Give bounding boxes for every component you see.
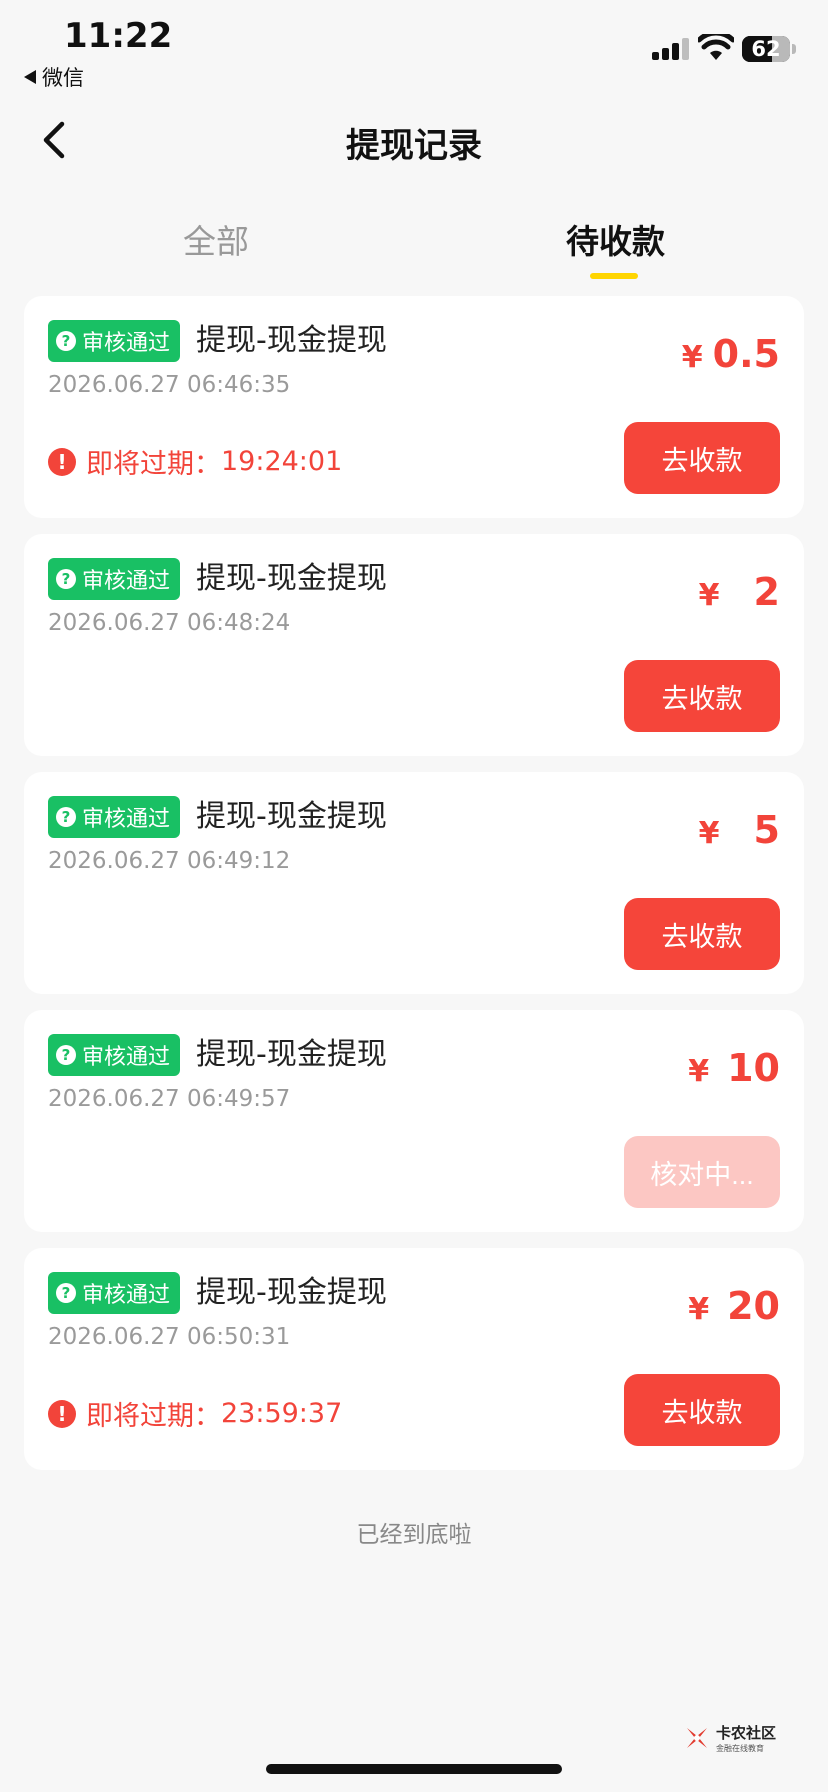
battery-cap — [792, 44, 796, 54]
amount-value: 0.5 — [712, 332, 780, 376]
status-badge-label: 审核通过 — [82, 807, 171, 832]
record-amount: ¥ 5 — [699, 808, 780, 852]
record-amount: ¥ 2 — [699, 570, 780, 614]
expire-countdown: 23:59:37 — [221, 1398, 343, 1429]
watermark-sub: 金融在线教育 — [716, 1744, 764, 1753]
record-card: ? 审核通过 提现-现金提现 2026.06.27 06:49:57 ¥ 10 … — [24, 1010, 804, 1232]
question-icon[interactable]: ? — [56, 569, 76, 589]
record-time: 2026.06.27 06:49:57 — [48, 1086, 291, 1112]
currency-symbol: ¥ — [688, 1292, 710, 1327]
expire-label: 即将过期： — [86, 449, 221, 480]
collect-button[interactable]: 去收款 — [624, 422, 780, 494]
back-triangle-icon — [24, 70, 36, 84]
battery-icon: 62 — [742, 36, 790, 62]
expire-label: 即将过期： — [86, 1401, 221, 1432]
question-icon[interactable]: ? — [56, 331, 76, 351]
record-title: 提现-现金提现 — [196, 1037, 387, 1072]
record-time: 2026.06.27 06:48:24 — [48, 610, 291, 636]
back-to-wechat[interactable]: 微信 — [24, 62, 84, 92]
active-tab-indicator — [590, 273, 638, 279]
record-title: 提现-现金提现 — [196, 323, 387, 358]
status-badge: ? 审核通过 — [48, 1272, 181, 1314]
expire-notice: ! 即将过期： 19:24:01 — [48, 442, 342, 481]
question-icon[interactable]: ? — [56, 1045, 76, 1065]
status-badge: ? 审核通过 — [48, 558, 181, 600]
battery-level: 62 — [751, 37, 781, 61]
collect-button[interactable]: 去收款 — [624, 1374, 780, 1446]
record-card: ? 审核通过 提现-现金提现 2026.06.27 06:50:31 ¥ 20 … — [24, 1248, 804, 1470]
currency-symbol: ¥ — [698, 578, 720, 613]
collect-button[interactable]: 去收款 — [624, 898, 780, 970]
record-card: ? 审核通过 提现-现金提现 2026.06.27 06:46:35 ¥ 0.5… — [24, 296, 804, 518]
page-title: 提现记录 — [346, 126, 482, 166]
record-amount: ¥ 20 — [688, 1284, 780, 1328]
record-title: 提现-现金提现 — [196, 1275, 387, 1310]
status-time: 11:22 — [64, 16, 173, 56]
collect-button[interactable]: 去收款 — [624, 660, 780, 732]
record-title: 提现-现金提现 — [196, 799, 387, 834]
status-badge-label: 审核通过 — [82, 1283, 171, 1308]
expire-notice: ! 即将过期： 23:59:37 — [48, 1394, 342, 1433]
logo-mark-icon — [687, 1728, 707, 1748]
amount-value: 5 — [753, 808, 780, 852]
status-bar: 11:22 微信 62 — [0, 0, 828, 96]
record-time: 2026.06.27 06:49:12 — [48, 848, 291, 874]
record-amount: ¥ 0.5 — [682, 332, 780, 376]
verifying-button: 核对中... — [624, 1136, 780, 1208]
amount-value: 10 — [727, 1046, 780, 1090]
back-arrow-icon[interactable] — [38, 118, 74, 162]
watermark-text: 卡农社区 金融在线教育 — [716, 1722, 776, 1754]
wifi-icon — [698, 34, 734, 60]
watermark-name: 卡农社区 — [716, 1724, 777, 1742]
home-indicator[interactable] — [266, 1764, 562, 1774]
currency-symbol: ¥ — [681, 340, 703, 375]
record-amount: ¥ 10 — [688, 1046, 780, 1090]
question-icon[interactable]: ? — [56, 1283, 76, 1303]
tab-pending[interactable]: 待收款 — [566, 215, 665, 263]
record-card: ? 审核通过 提现-现金提现 2026.06.27 06:49:12 ¥ 5 去… — [24, 772, 804, 994]
record-time: 2026.06.27 06:50:31 — [48, 1324, 291, 1350]
watermark-logo: 卡农社区 金融在线教育 — [684, 1722, 776, 1754]
status-badge: ? 审核通过 — [48, 320, 181, 362]
status-badge: ? 审核通过 — [48, 796, 181, 838]
cellular-signal-icon — [652, 38, 690, 60]
warning-icon: ! — [48, 447, 76, 476]
end-of-list-note: 已经到底啦 — [356, 1522, 472, 1548]
tab-all[interactable]: 全部 — [183, 215, 249, 263]
warning-icon: ! — [48, 1399, 76, 1428]
amount-value: 2 — [753, 570, 780, 614]
amount-value: 20 — [727, 1284, 780, 1328]
status-badge: ? 审核通过 — [48, 1034, 181, 1076]
back-app-label: 微信 — [42, 66, 84, 90]
tab-bar: 全部 待收款 — [0, 215, 828, 285]
status-badge-label: 审核通过 — [82, 569, 171, 594]
status-badge-label: 审核通过 — [82, 331, 171, 356]
record-card: ? 审核通过 提现-现金提现 2026.06.27 06:48:24 ¥ 2 去… — [24, 534, 804, 756]
expire-countdown: 19:24:01 — [221, 446, 343, 477]
currency-symbol: ¥ — [698, 816, 720, 851]
currency-symbol: ¥ — [688, 1054, 710, 1089]
record-time: 2026.06.27 06:46:35 — [48, 372, 291, 398]
status-badge-label: 审核通过 — [82, 1045, 171, 1070]
question-icon[interactable]: ? — [56, 807, 76, 827]
record-title: 提现-现金提现 — [196, 561, 387, 596]
